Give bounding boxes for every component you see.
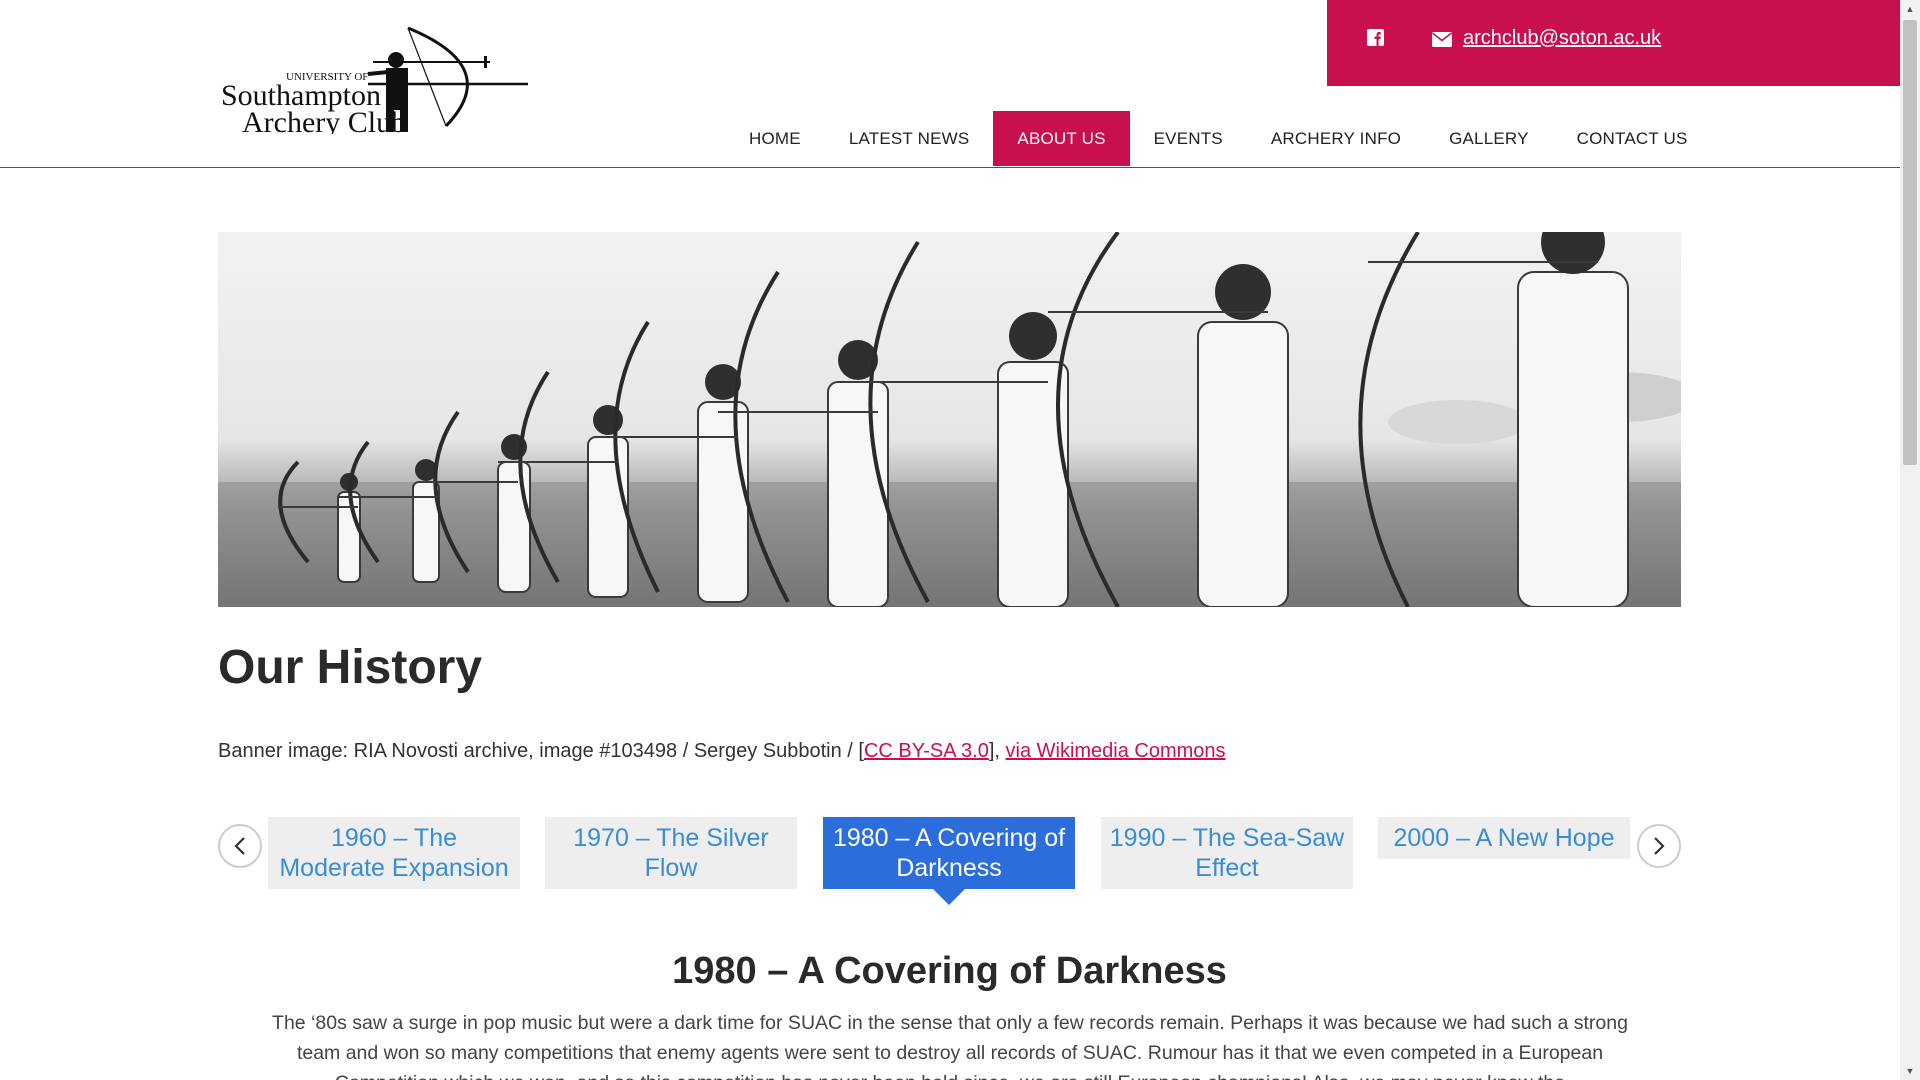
nav-archery-info[interactable]: ARCHERY INFO [1247, 111, 1425, 166]
facebook-icon[interactable] [1367, 29, 1384, 46]
site-header: UNIVERSITY OF Southampton Archery Club a… [0, 0, 1900, 168]
nav-gallery[interactable]: GALLERY [1425, 111, 1553, 166]
nav-home[interactable]: HOME [725, 111, 825, 166]
timeline-item-1960[interactable]: 1960 – The Moderate Expansion [268, 817, 520, 889]
scroll-up-icon[interactable]: ▲ [1900, 0, 1920, 18]
era-title: 1980 – A Covering of Darkness [672, 950, 1227, 992]
archer-logo-graphic: UNIVERSITY OF Southampton Archery Club [221, 26, 528, 139]
chevron-right-icon [1654, 837, 1665, 855]
nav-contact-us[interactable]: CONTACT US [1553, 111, 1712, 166]
nav-events[interactable]: EVENTS [1130, 111, 1247, 166]
scrollbar-thumb[interactable] [1903, 20, 1917, 465]
page-scrollbar[interactable]: ▲ ▼ [1900, 0, 1920, 1080]
timeline-prev-button[interactable] [218, 824, 262, 868]
credit-prefix: Banner image: RIA Novosti archive, image… [218, 740, 864, 762]
timeline-next-button[interactable] [1637, 824, 1681, 868]
contact-bar: archclub@soton.ac.uk [1327, 0, 1900, 86]
timeline-item-1980[interactable]: 1980 – A Covering of Darkness [823, 817, 1075, 889]
nav-latest-news[interactable]: LATEST NEWS [825, 111, 994, 166]
svg-text:Archery Club: Archery Club [242, 106, 406, 134]
timeline-item-1990[interactable]: 1990 – The Sea-Saw Effect [1101, 817, 1353, 889]
timeline-item-2000[interactable]: 2000 – A New Hope [1378, 817, 1630, 859]
envelope-icon [1432, 32, 1452, 47]
timeline-item-1970[interactable]: 1970 – The Silver Flow [545, 817, 797, 889]
history-timeline: 1960 – The Moderate Expansion 1970 – The… [218, 815, 1681, 915]
wikimedia-link[interactable]: via Wikimedia Commons [1006, 740, 1226, 762]
license-link[interactable]: CC BY-SA 3.0 [864, 740, 989, 762]
banner-image [218, 232, 1681, 607]
scroll-down-icon[interactable]: ▼ [1900, 1062, 1920, 1080]
club-logo[interactable]: UNIVERSITY OF Southampton Archery Club [218, 22, 530, 139]
era-body: The ‘80s saw a surge in pop music but we… [272, 1012, 1628, 1080]
chevron-left-icon [234, 837, 245, 855]
main-nav: HOME LATEST NEWS ABOUT US EVENTS ARCHERY… [725, 111, 1712, 166]
nav-about-us[interactable]: ABOUT US [993, 111, 1130, 166]
banner-credit: Banner image: RIA Novosti archive, image… [218, 740, 1226, 763]
active-pointer [931, 887, 967, 905]
email-link[interactable]: archclub@soton.ac.uk [1463, 27, 1661, 50]
page-title: Our History [218, 641, 483, 694]
credit-mid: ], [988, 740, 1006, 762]
